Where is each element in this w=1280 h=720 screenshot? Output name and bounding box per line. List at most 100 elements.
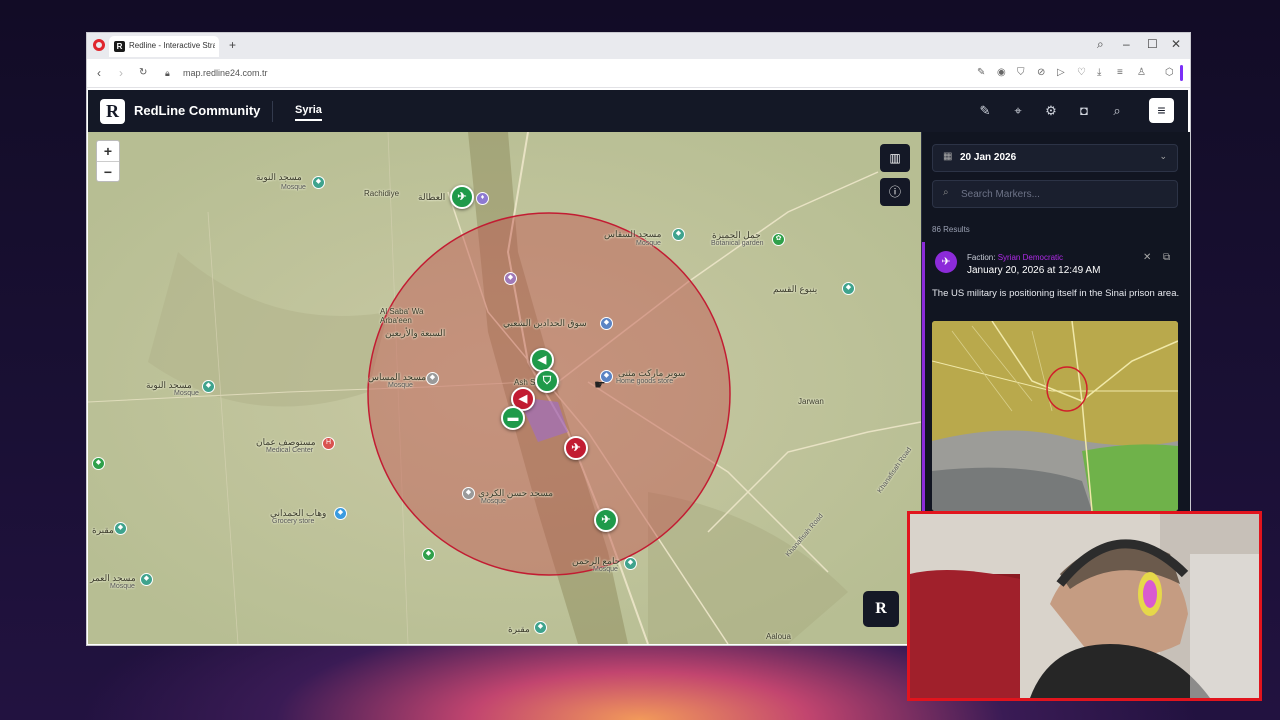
brand-title[interactable]: RedLine Community xyxy=(134,103,260,118)
reload-icon[interactable]: ↻ xyxy=(139,67,147,78)
place-label: Al Saba' Wa Arba'een xyxy=(380,307,424,325)
tab-syria[interactable]: Syria xyxy=(295,104,322,121)
mosque-pin-icon[interactable]: ◆ xyxy=(140,573,153,586)
search-input[interactable] xyxy=(959,185,1171,203)
place-label: Mosque xyxy=(281,184,306,191)
mosque-pin-icon[interactable]: ◆ xyxy=(202,380,215,393)
chevron-down-icon: ⌄ xyxy=(1159,151,1167,161)
search-tabs-icon[interactable]: ⌕ xyxy=(1097,37,1104,52)
place-label: Mosque xyxy=(174,390,199,397)
place-label: Medical Center xyxy=(266,447,314,454)
search-icon: ⌕ xyxy=(943,187,949,198)
minimize-icon[interactable]: – xyxy=(1123,37,1130,51)
maximize-icon[interactable]: ☐ xyxy=(1147,37,1158,51)
poi-pin-icon[interactable]: ♦ xyxy=(476,192,489,205)
lock-icon: 🔒︎ xyxy=(165,68,170,78)
poi-pin-icon[interactable]: ◆ xyxy=(504,272,517,285)
poi-pin-icon[interactable]: ◆ xyxy=(92,457,105,470)
browser-tab[interactable]: R Redline - Interactive Strat... xyxy=(109,36,219,57)
new-tab-icon[interactable]: + xyxy=(229,38,236,52)
place-label: Aaloua xyxy=(766,632,791,641)
url-field[interactable]: map.redline24.com.tr xyxy=(183,68,268,78)
vpn-icon[interactable]: ⊘ xyxy=(1037,67,1045,78)
external-link-icon[interactable]: ⧉ xyxy=(1163,252,1170,263)
military-marker-icon[interactable]: ✈ xyxy=(594,508,618,532)
draw-icon[interactable]: ✎ xyxy=(976,102,994,120)
faction-line: Faction: Syrian Democratic xyxy=(967,253,1063,262)
medical-pin-icon[interactable]: H xyxy=(322,437,335,450)
zoom-control: + − xyxy=(96,140,120,182)
vehicle-marker-icon[interactable]: ▬ xyxy=(501,406,525,430)
market-pin-icon[interactable]: ◆ xyxy=(600,317,613,330)
place-label: Mosque xyxy=(593,566,618,573)
place-label: Jarwan xyxy=(798,397,824,406)
search-icon[interactable]: ⌕ xyxy=(1108,102,1126,120)
date-select[interactable]: ▦ 20 Jan 2026 ⌄ xyxy=(932,144,1178,172)
mosque-pin-icon[interactable]: ◆ xyxy=(426,372,439,385)
map-area[interactable]: + − ▥ ⓘ R مسجد النوبة Mosque Rachidiye ا… xyxy=(88,132,921,644)
account-icon[interactable]: ♙ xyxy=(1137,67,1146,78)
sidebar-indicator xyxy=(1180,65,1183,81)
results-count: 86 Results xyxy=(932,225,970,234)
card-date: January 20, 2026 at 12:49 AM xyxy=(967,265,1101,276)
cemetery-pin-icon[interactable]: ◆ xyxy=(114,522,127,535)
forward-icon[interactable]: › xyxy=(119,66,123,80)
tab-bar: R Redline - Interactive Strat... + ⌕ – ☐… xyxy=(87,33,1190,59)
map-layers-button[interactable]: ▥ xyxy=(880,144,910,172)
poi-pin-icon[interactable]: ◆ xyxy=(422,548,435,561)
mosque-pin-icon[interactable]: ◆ xyxy=(462,487,475,500)
faction-label: Faction: xyxy=(967,253,996,262)
place-label: العطالة xyxy=(418,192,446,202)
back-icon[interactable]: ‹ xyxy=(97,66,101,80)
garden-pin-icon[interactable]: ✿ xyxy=(772,233,785,246)
webcam-feed xyxy=(910,514,1259,698)
faction-avatar-icon: ✈ xyxy=(935,251,957,273)
shield-marker-icon[interactable]: ⛉ xyxy=(535,369,559,393)
place-label: ينبوع القسم xyxy=(773,284,818,294)
place-label: مقبرة xyxy=(508,624,530,634)
extension-icon[interactable]: ⬡ xyxy=(1165,67,1174,78)
play-icon[interactable]: ▷ xyxy=(1057,67,1065,78)
location-pin-icon[interactable]: ⌖ xyxy=(1009,102,1027,120)
place-label: Mosque xyxy=(481,498,506,505)
place-label: Mosque xyxy=(636,240,661,247)
hamburger-menu-button[interactable]: ≡ xyxy=(1149,98,1174,123)
camera-icon[interactable]: ◉ xyxy=(997,67,1006,78)
place-label: Home goods store xyxy=(616,378,674,385)
app-logo[interactable]: R xyxy=(100,99,125,124)
mosque-pin-icon[interactable]: ◆ xyxy=(312,176,325,189)
opera-icon[interactable] xyxy=(93,39,105,51)
close-icon[interactable]: ✕ xyxy=(1143,252,1151,263)
redline-map-logo[interactable]: R xyxy=(863,591,899,627)
announcement-marker-icon[interactable]: ◀ xyxy=(530,348,554,372)
military-marker-icon[interactable]: ✈ xyxy=(450,185,474,209)
place-label: سوق الحدادين الشعبي xyxy=(503,318,587,328)
close-window-icon[interactable]: ✕ xyxy=(1171,37,1181,51)
card-map-image[interactable] xyxy=(932,321,1178,511)
settings-icon[interactable]: ⚙ xyxy=(1042,102,1060,120)
webcam-overlay xyxy=(907,511,1262,701)
download-icon[interactable]: ⤓ xyxy=(1097,67,1101,78)
place-label: Mosque xyxy=(110,583,135,590)
spring-pin-icon[interactable]: ◆ xyxy=(842,282,855,295)
place-label: مسجد السقاس xyxy=(604,229,662,239)
military-marker-icon[interactable]: ✈ xyxy=(564,436,588,460)
zoom-out-button[interactable]: − xyxy=(97,162,119,182)
grocery-pin-icon[interactable]: ◆ xyxy=(334,507,347,520)
mosque-pin-icon[interactable]: ◆ xyxy=(624,557,637,570)
place-label: مقبرة xyxy=(92,525,114,535)
shield-icon[interactable]: ⛉ xyxy=(1017,67,1025,78)
place-label: Rachidiye xyxy=(364,189,400,198)
mosque-pin-icon[interactable]: ◆ xyxy=(672,228,685,241)
heart-icon[interactable]: ♡ xyxy=(1077,67,1086,78)
edit-icon[interactable]: ✎ xyxy=(977,67,985,78)
menu-lines-icon[interactable]: ≡ xyxy=(1117,67,1123,78)
mouse-cursor-icon: ☛ xyxy=(594,377,606,392)
info-button[interactable]: ⓘ xyxy=(880,178,910,206)
zoom-in-button[interactable]: + xyxy=(97,141,119,162)
cemetery-pin-icon[interactable]: ◆ xyxy=(534,621,547,634)
faction-value[interactable]: Syrian Democratic xyxy=(998,253,1063,262)
place-label: مسجد النوبة xyxy=(256,172,302,182)
search-markers-field[interactable]: ⌕ xyxy=(932,180,1178,208)
camera-icon[interactable]: ◘ xyxy=(1075,102,1093,120)
